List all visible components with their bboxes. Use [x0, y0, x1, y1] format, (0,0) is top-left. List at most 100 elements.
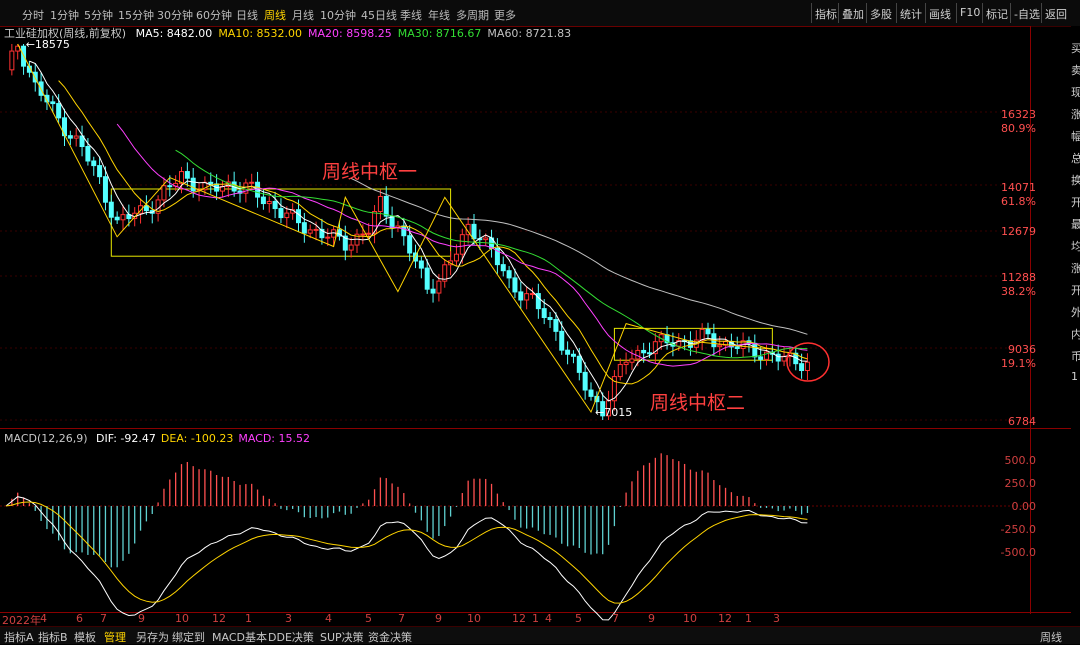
candle-body-32: [190, 177, 196, 192]
candle-body-19: [114, 216, 120, 221]
candle-body-82: [483, 237, 489, 241]
candle-body-65: [383, 195, 389, 217]
candle-body-64: [377, 195, 383, 212]
macd-axis-label-3: -250.0: [1000, 523, 1036, 536]
ma-legend-item-3: MA30: 8716.67: [397, 27, 482, 40]
candle-body-73: [430, 288, 436, 294]
candle-body-24: [143, 205, 149, 212]
macd-legend-item-1: DEA: -100.23: [160, 432, 234, 445]
macd-legend-item-0: DIF: -92.47: [96, 432, 156, 445]
price-axis-label-0: 16323: [1001, 108, 1036, 121]
candle-body-129: [758, 356, 764, 360]
sidebar-glyph-15: 1: [1071, 370, 1078, 383]
sidebar-glyph-11: 开: [1071, 284, 1080, 297]
ma-legend-item-4: MA60: 8721.83: [487, 27, 572, 40]
candle-body-44: [260, 196, 266, 205]
candle-body-66: [389, 215, 395, 229]
candle-body-88: [518, 291, 524, 301]
candle-body-107: [629, 358, 635, 363]
candle-body-94: [553, 319, 559, 332]
time-axis-label-13: 10: [467, 612, 481, 625]
time-axis-label-22: 1: [745, 612, 752, 625]
macd-legend: MACD(12,26,9) DIF: -92.47 DEA: -100.23 MAC…: [4, 431, 315, 447]
candle-body-72: [424, 267, 430, 290]
price-axis-label-8: 19.1%: [1001, 357, 1036, 370]
candle-body-62: [366, 232, 372, 235]
candle-body-31: [184, 171, 190, 179]
sidebar-glyph-0: 买: [1071, 42, 1080, 55]
candle-body-42: [249, 181, 255, 184]
candle-body-15: [91, 160, 97, 167]
sidebar-glyph-1: 卖: [1071, 64, 1080, 77]
macd-axis-label-0: 500.0: [1004, 454, 1037, 467]
time-axis-label-9: 4: [325, 612, 332, 625]
time-axis-label-20: 10: [683, 612, 697, 625]
candle-body-93: [547, 317, 553, 321]
time-axis-label-23: 3: [773, 612, 780, 625]
macd-legend-title: MACD(12,26,9): [4, 432, 88, 445]
candle-body-122: [717, 344, 723, 348]
sidebar-glyph-6: 换: [1071, 174, 1080, 187]
macd-dea-line: [5, 501, 808, 604]
price-axis-label-2: 14071: [1001, 181, 1036, 194]
candle-body-97: [570, 353, 576, 357]
time-axis-label-3: 7: [100, 612, 107, 625]
candle-body-47: [278, 208, 284, 219]
candle-body-125: [734, 346, 740, 350]
candle-body-45: [266, 200, 272, 205]
candle-body-20: [120, 214, 126, 221]
ma-line-MA10: [58, 80, 808, 385]
sidebar-glyph-3: 涨: [1071, 108, 1080, 121]
time-axis-label-19: 9: [648, 612, 655, 625]
time-axis-label-18: 7: [612, 612, 619, 625]
time-axis-label-12: 9: [435, 612, 442, 625]
candle-body-55: [325, 236, 331, 239]
candle-body-50: [296, 209, 301, 224]
candle-body-68: [401, 225, 407, 237]
candle-body-28: [167, 185, 173, 188]
macd-axis-label-2: 0.00: [1011, 500, 1037, 513]
time-axis-label-21: 12: [718, 612, 732, 625]
candle-body-128: [752, 342, 758, 358]
macd-dif-line: [5, 496, 808, 621]
time-axis-label-5: 10: [175, 612, 189, 625]
price-axis-label-5: 11288: [1001, 271, 1036, 284]
time-axis-label-11: 7: [398, 612, 405, 625]
time-axis-label-4: 9: [138, 612, 145, 625]
price-axis-label-7: 9036: [1008, 343, 1036, 356]
ma-legend-title: 工业硅加权(周线,前复权): [4, 27, 127, 40]
candle-body-87: [512, 277, 518, 293]
time-axis-label-14: 12: [512, 612, 526, 625]
candle-body-99: [582, 371, 588, 391]
ma-legend: 工业硅加权(周线,前复权) MA5: 8482.00 MA10: 8532.00 M…: [4, 26, 577, 42]
candle-body-46: [272, 200, 278, 210]
sidebar-glyph-4: 幅: [1071, 130, 1080, 143]
sidebar-glyph-13: 内: [1071, 328, 1080, 341]
ma-legend-item-0: MA5: 8482.00: [135, 27, 213, 40]
sidebar-glyph-12: 外: [1071, 306, 1080, 319]
candle-body-86: [506, 270, 512, 279]
candle-body-100: [588, 389, 594, 397]
candle-body-52: [307, 229, 313, 234]
price-axis-label-4: 12679: [1001, 225, 1036, 238]
sidebar-glyph-8: 最: [1071, 218, 1080, 231]
candle-body-11: [67, 135, 73, 139]
zone1-annotation: 周线中枢一: [322, 161, 418, 183]
macd-axis-label-4: -500.0: [1000, 546, 1036, 559]
candle-body-48: [284, 212, 290, 219]
candle-body-96: [565, 349, 571, 355]
candle-body-98: [576, 355, 582, 373]
panel-divider: [0, 428, 1071, 429]
time-axis-label-17: 5: [575, 612, 582, 625]
sidebar-glyph-2: 现: [1071, 86, 1080, 99]
candle-body-51: [301, 222, 307, 234]
price-axis-label-9: 6784: [1008, 415, 1036, 428]
candle-body-90: [530, 293, 535, 296]
candle-body-53: [313, 228, 319, 231]
sidebar-glyph-9: 均: [1071, 240, 1080, 253]
candle-body-120: [705, 328, 711, 335]
sidebar-glyph-10: 涨: [1071, 262, 1080, 275]
time-axis-label-2: 6: [76, 612, 83, 625]
candle-body-71: [418, 260, 424, 269]
price-chart: ←18575←7015: [0, 26, 1071, 621]
